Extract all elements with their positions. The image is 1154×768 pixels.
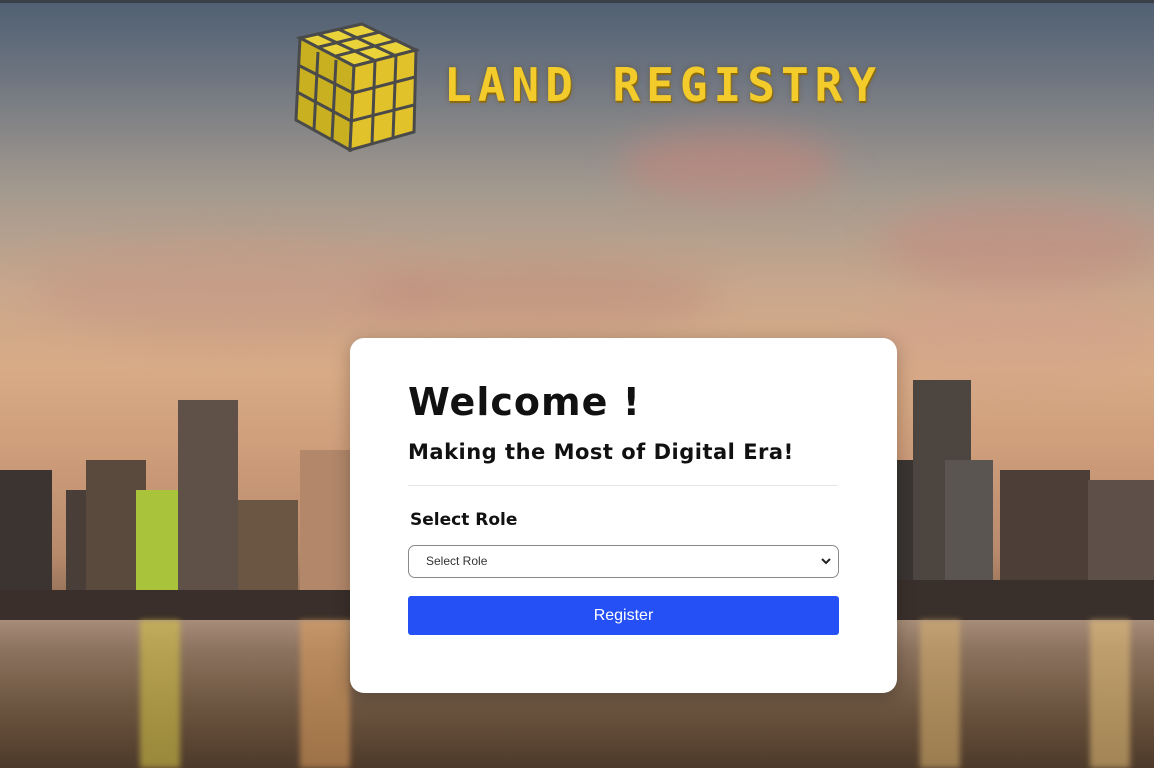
cloud [360, 260, 720, 330]
water-reflection [920, 620, 960, 768]
welcome-heading: Welcome ! [408, 380, 641, 424]
water-reflection [1090, 620, 1130, 768]
brand-title: LAND REGISTRY [444, 58, 883, 112]
welcome-card: Welcome ! Making the Most of Digital Era… [350, 338, 897, 693]
rubiks-cube-icon [294, 22, 420, 152]
register-button[interactable]: Register [408, 596, 839, 635]
cloud [880, 200, 1154, 290]
role-select[interactable]: Select Role [408, 545, 839, 578]
role-select-value: Select Role [426, 554, 488, 568]
logo: LAND REGISTRY [292, 20, 952, 155]
select-role-label: Select Role [410, 510, 518, 530]
chevron-down-icon [821, 558, 831, 565]
window-top-bar [0, 0, 1154, 3]
divider [408, 485, 838, 486]
water-reflection [300, 620, 350, 768]
welcome-subheading: Making the Most of Digital Era! [408, 440, 794, 464]
water-reflection [140, 620, 180, 768]
